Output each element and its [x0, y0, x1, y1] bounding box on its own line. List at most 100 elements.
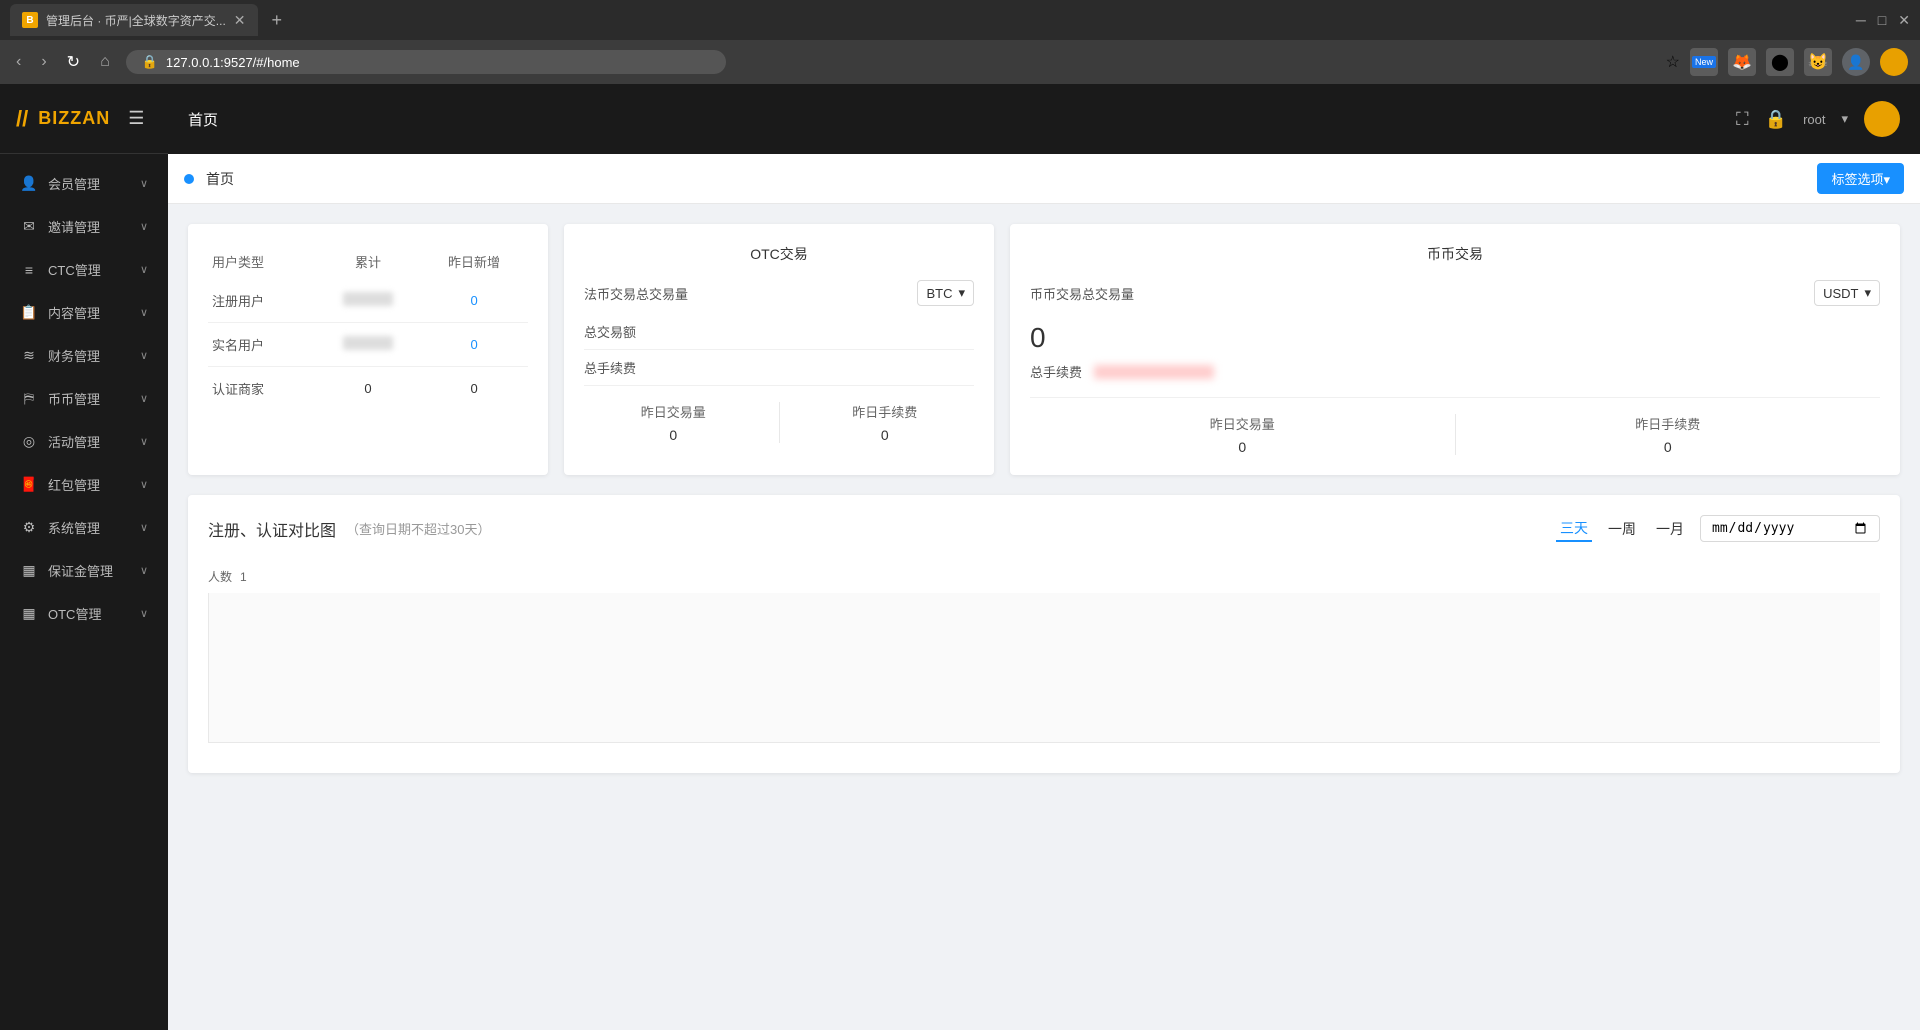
dropdown-icon[interactable]: ▾	[1841, 111, 1848, 127]
redpack-icon: 🧧	[20, 476, 38, 493]
time-one-week[interactable]: 一周	[1604, 517, 1640, 541]
sidebar-item-otc[interactable]: ▦ OTC管理 ∨	[0, 592, 168, 635]
chevron-icon-6: ∨	[140, 392, 148, 405]
blurred-value	[343, 292, 393, 306]
coin-fee-blurred	[1094, 365, 1214, 379]
otc-header: 法币交易总交易量 BTC ▾	[584, 280, 974, 306]
sidebar-label-margin: 保证金管理	[48, 561, 113, 580]
sidebar-label-content: 内容管理	[48, 303, 100, 322]
coin-big-value: 0	[1030, 322, 1880, 354]
chevron-icon-7: ∨	[140, 435, 148, 448]
new-tab-button[interactable]: +	[266, 10, 289, 31]
user-label[interactable]: root	[1803, 112, 1825, 127]
user-avatar-browser[interactable]	[1880, 48, 1908, 76]
sidebar-item-invite[interactable]: ✉ 邀请管理 ∨	[0, 205, 168, 248]
sidebar-item-margin[interactable]: ▦ 保证金管理 ∨	[0, 549, 168, 592]
sidebar-label-activity: 活动管理	[48, 432, 100, 451]
coin-select[interactable]: USDT ▾	[1814, 280, 1880, 306]
chart-area	[208, 593, 1880, 743]
sidebar-logo: // BIZZAN ☰	[0, 84, 168, 154]
system-icon: ⚙	[20, 519, 38, 536]
profile-icon[interactable]: 👤	[1842, 48, 1870, 76]
blurred-value-2	[343, 336, 393, 350]
extension-circle-icon[interactable]: ⬤	[1766, 48, 1794, 76]
sidebar-label-finance: 财务管理	[48, 346, 100, 365]
time-one-month[interactable]: 一月	[1652, 517, 1688, 541]
otc-icon: ▦	[20, 605, 38, 622]
otc-fiat-label: 法币交易总交易量	[584, 284, 688, 303]
chart-body: 人数 1	[208, 558, 1880, 753]
otc-yesterday-fee-value: 0	[796, 427, 975, 443]
chevron-icon-2: ∨	[140, 220, 148, 233]
breadcrumb-dot	[184, 174, 194, 184]
otc-amount-label: 总交易额	[584, 322, 974, 341]
y-axis-value: 1	[240, 570, 247, 584]
sidebar-item-redpack[interactable]: 🧧 红包管理 ∨	[0, 463, 168, 506]
sidebar-item-content[interactable]: 📋 内容管理 ∨	[0, 291, 168, 334]
otc-amount-row: 总交易额	[584, 314, 974, 350]
chart-controls: 三天 一周 一月	[1556, 515, 1880, 542]
star-icon[interactable]: ☆	[1666, 52, 1680, 72]
extension-new-icon[interactable]: New	[1690, 48, 1718, 76]
invite-icon: ✉	[20, 218, 38, 235]
coin-stats-row: 昨日交易量 0 昨日手续费 0	[1030, 397, 1880, 455]
minimize-button[interactable]: ─	[1856, 12, 1866, 29]
sidebar-item-system[interactable]: ⚙ 系统管理 ∨	[0, 506, 168, 549]
page-title: 首页	[188, 109, 218, 130]
main-content: 首页 ⛶ 🔒 root ▾ 首页 标签选项▾	[168, 84, 1920, 1030]
otc-yesterday-volume: 昨日交易量 0	[584, 402, 763, 443]
sidebar-item-ctc[interactable]: ≡ CTC管理 ∨	[0, 248, 168, 291]
time-three-days[interactable]: 三天	[1556, 516, 1592, 542]
ctc-icon: ≡	[20, 262, 38, 278]
lock-header-icon[interactable]: 🔒	[1765, 109, 1787, 130]
coin-fee-row: 总手续费	[1030, 362, 1880, 381]
otc-yesterday-volume-value: 0	[584, 427, 763, 443]
sidebar-item-coin[interactable]: ⛿ 币币管理 ∨	[0, 377, 168, 420]
coin-trade-card: 币币交易 币币交易总交易量 USDT ▾ 0 总手续费	[1010, 224, 1900, 475]
coin-yesterday-volume-value: 0	[1030, 439, 1455, 455]
address-bar[interactable]: 🔒 127.0.0.1:9527/#/home	[126, 50, 726, 74]
fullscreen-icon[interactable]: ⛶	[1736, 109, 1749, 130]
maximize-button[interactable]: □	[1878, 12, 1886, 29]
sidebar-label-invite: 邀请管理	[48, 217, 100, 236]
menu-toggle-button[interactable]: ☰	[128, 108, 144, 129]
chart-section: 注册、认证对比图 （查询日期不超过30天） 三天 一周 一月 人数 1	[188, 495, 1900, 773]
merchant-yesterday: 0	[420, 367, 528, 411]
col-header-total: 累计	[316, 244, 420, 279]
date-input[interactable]	[1700, 515, 1880, 542]
logo-text: BIZZAN	[38, 108, 110, 129]
chart-title: 注册、认证对比图	[208, 517, 336, 541]
sidebar-item-members[interactable]: 👤 会员管理 ∨	[0, 162, 168, 205]
sidebar-label-members: 会员管理	[48, 174, 100, 193]
coin-value: USDT	[1823, 286, 1858, 301]
chevron-icon: ∨	[140, 177, 148, 190]
sidebar-label-coin: 币币管理	[48, 389, 100, 408]
home-button[interactable]: ⌂	[96, 49, 114, 75]
browser-toolbar: ☆ New 🦊 ⬤ 😺 👤	[1666, 48, 1908, 76]
sidebar-item-activity[interactable]: ◎ 活动管理 ∨	[0, 420, 168, 463]
back-button[interactable]: ‹	[12, 49, 25, 75]
browser-tab[interactable]: B 管理后台 · 币严|全球数字资产交... ✕	[10, 4, 258, 36]
user-avatar[interactable]	[1864, 101, 1900, 137]
coin-yesterday-volume-label: 昨日交易量	[1030, 414, 1455, 433]
col-header-yesterday: 昨日新增	[420, 244, 528, 279]
col-header-type: 用户类型	[208, 244, 316, 279]
otc-coin-select[interactable]: BTC ▾	[917, 280, 974, 306]
tag-options-button[interactable]: 标签选项▾	[1817, 163, 1904, 194]
margin-icon: ▦	[20, 562, 38, 579]
coin-dropdown-icon: ▾	[1864, 285, 1871, 301]
coin-card-title: 币币交易	[1030, 244, 1880, 264]
user-type-merchant: 认证商家	[208, 367, 316, 411]
extension-mask-icon[interactable]: 😺	[1804, 48, 1832, 76]
sidebar-item-finance[interactable]: ≋ 财务管理 ∨	[0, 334, 168, 377]
chart-subtitle: （查询日期不超过30天）	[346, 519, 490, 538]
tab-close-button[interactable]: ✕	[234, 12, 246, 29]
extension-fox-icon[interactable]: 🦊	[1728, 48, 1756, 76]
user-stats-card: 用户类型 累计 昨日新增 注册用户 0	[188, 224, 548, 475]
table-row: 认证商家 0 0	[208, 367, 528, 411]
refresh-button[interactable]: ↻	[63, 48, 84, 76]
breadcrumb-text: 首页	[206, 169, 234, 189]
otc-coin-value: BTC	[926, 286, 952, 301]
forward-button[interactable]: ›	[37, 49, 50, 75]
close-button[interactable]: ✕	[1898, 12, 1910, 29]
